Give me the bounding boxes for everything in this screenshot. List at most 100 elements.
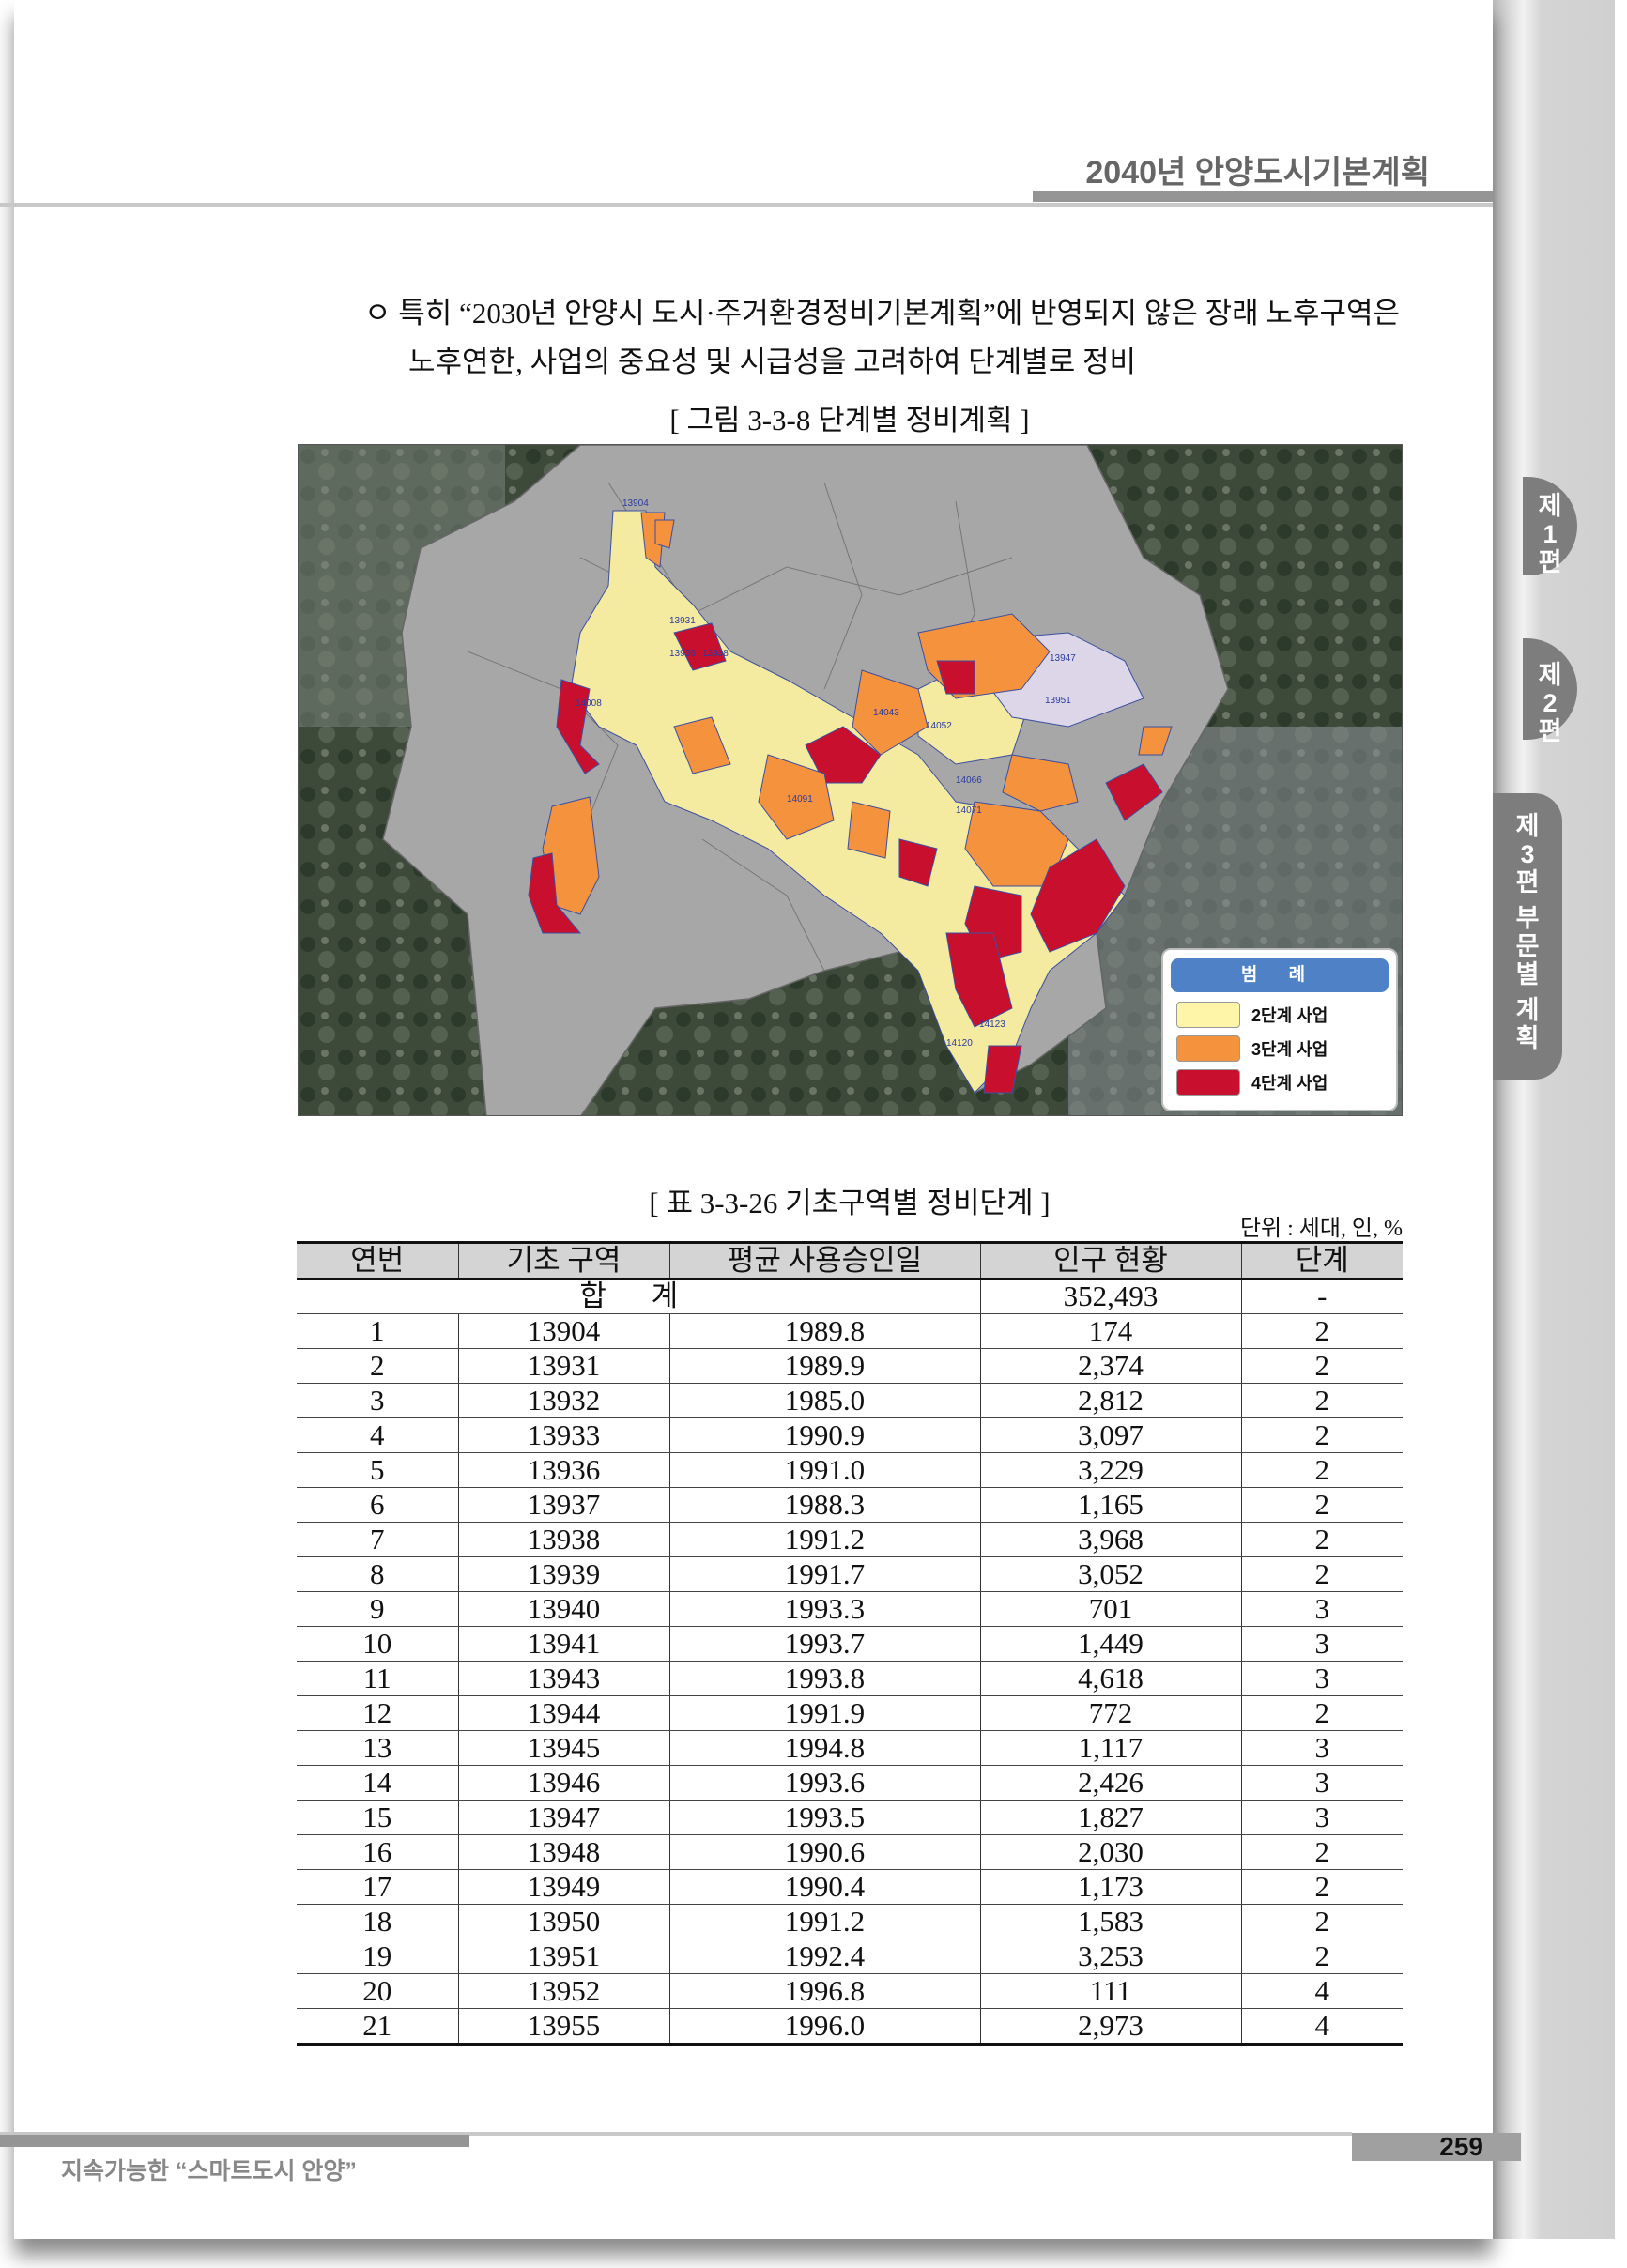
avg-approval-year: 1993.5 [668, 1800, 980, 1835]
stage: 3 [1240, 1591, 1403, 1627]
row-number: 11 [297, 1661, 458, 1696]
row-number: 21 [297, 2008, 458, 2046]
row-number: 3 [297, 1383, 458, 1418]
row-number: 20 [297, 1973, 458, 2009]
table-row: 9 13940 1993.3 701 3 [297, 1591, 1403, 1627]
side-tab-part-3[interactable]: 제3편부문별계획 [1493, 793, 1562, 1080]
population: 174 [979, 1313, 1241, 1349]
table-row: 14 13946 1993.6 2,426 3 [297, 1765, 1403, 1801]
stage: 3 [1240, 1800, 1403, 1835]
legend-item-stage-4: 4단계 사업 [1176, 1069, 1396, 1096]
stage: 3 [1240, 1661, 1403, 1696]
page-edge-strip [1493, 0, 1615, 2239]
avg-approval-year: 1993.7 [668, 1626, 980, 1662]
footer-slogan: 지속가능한 “스마트도시 안양” [61, 2158, 357, 2184]
population: 3,097 [979, 1418, 1241, 1453]
side-tab-char: 2 [1543, 689, 1558, 717]
avg-approval-year: 1991.0 [668, 1452, 980, 1488]
row-number: 17 [297, 1869, 458, 1905]
district-code: 13950 [457, 1904, 669, 1939]
side-tab-char: 3 [1520, 840, 1535, 868]
district-code: 13947 [457, 1800, 669, 1835]
population: 2,426 [979, 1765, 1241, 1801]
side-tab-char: 부 [1515, 904, 1540, 932]
side-tab-char: 편 [1515, 868, 1540, 896]
district-code: 13948 [457, 1834, 669, 1870]
stage: 4 [1240, 1973, 1403, 2009]
figure-caption: [ 그림 3-3-8 단계별 정비계획 ] [669, 404, 1030, 437]
stage: 2 [1240, 1452, 1403, 1488]
row-number: 18 [297, 1904, 458, 1939]
table-row: 3 13932 1985.0 2,812 2 [297, 1383, 1403, 1418]
side-tab-char: 획 [1515, 1024, 1540, 1052]
table-header-row: 연번 기초 구역 평균 사용승인일 인구 현황 단계 [297, 1241, 1403, 1280]
population: 1,827 [979, 1800, 1241, 1835]
table-row: 13 13945 1994.8 1,117 3 [297, 1730, 1403, 1766]
stage: 3 [1240, 1765, 1403, 1801]
stage: 3 [1240, 1626, 1403, 1662]
district-code: 13933 [457, 1418, 669, 1453]
district-code: 13945 [457, 1730, 669, 1766]
table-row: 4 13933 1990.9 3,097 2 [297, 1418, 1403, 1453]
column-header: 단계 [1240, 1241, 1403, 1280]
legend-label: 2단계 사업 [1251, 1006, 1328, 1025]
side-tab-char: 별 [1515, 960, 1540, 988]
side-tab-part-1[interactable]: 제1편 [1523, 477, 1577, 576]
population: 772 [979, 1695, 1241, 1731]
avg-approval-year: 1991.7 [668, 1556, 980, 1592]
column-header: 기초 구역 [457, 1241, 669, 1280]
table-row: 10 13941 1993.7 1,449 3 [297, 1626, 1403, 1662]
footer-bar [0, 2135, 469, 2147]
avg-approval-year: 1996.0 [668, 2008, 980, 2046]
stage: 2 [1240, 1348, 1403, 1384]
district-code: 13904 [457, 1313, 669, 1349]
row-number: 15 [297, 1800, 458, 1835]
avg-approval-year: 1996.8 [668, 1973, 980, 2009]
district-code: 13931 [457, 1348, 669, 1384]
legend-title: 범 례 [1171, 958, 1389, 992]
zone-label: 13938 [702, 649, 729, 659]
district-stage-table: 연번 기초 구역 평균 사용승인일 인구 현황 단계 합 계 352,493 -… [297, 1241, 1403, 2046]
population: 3,052 [979, 1556, 1241, 1592]
zone-label: 13904 [622, 498, 649, 509]
table-row: 1 13904 1989.8 174 2 [297, 1313, 1403, 1349]
table-row: 8 13939 1991.7 3,052 2 [297, 1556, 1403, 1592]
population: 2,812 [979, 1383, 1241, 1418]
table-row: 7 13938 1991.2 3,968 2 [297, 1522, 1403, 1557]
population: 2,030 [979, 1834, 1241, 1870]
table-row: 18 13950 1991.2 1,583 2 [297, 1904, 1403, 1939]
column-header: 연번 [297, 1241, 458, 1280]
bullet-text-line-2: 노후연한, 사업의 중요성 및 시급성을 고려하여 단계별로 정비 [408, 345, 1136, 378]
stage: 2 [1240, 1418, 1403, 1453]
table-row: 16 13948 1990.6 2,030 2 [297, 1834, 1403, 1870]
row-number: 14 [297, 1765, 458, 1801]
population: 111 [979, 1973, 1241, 2009]
population: 4,618 [979, 1661, 1241, 1696]
population: 1,449 [979, 1626, 1241, 1662]
district-code: 13936 [457, 1452, 669, 1488]
row-number: 7 [297, 1522, 458, 1557]
header-bar [1033, 191, 1493, 202]
district-code: 13943 [457, 1661, 669, 1696]
stage: 2 [1240, 1869, 1403, 1905]
staged-redevelopment-map: 13904 13931 13936 13938 13947 13951 14008 14043… [298, 444, 1403, 1116]
district-code: 13938 [457, 1522, 669, 1557]
population: 3,968 [979, 1522, 1241, 1557]
stage: 2 [1240, 1939, 1403, 1974]
row-number: 19 [297, 1939, 458, 1974]
zone-label: 14123 [979, 1019, 1005, 1030]
stage: 2 [1240, 1487, 1403, 1523]
avg-approval-year: 1993.3 [668, 1591, 980, 1627]
avg-approval-year: 1990.4 [668, 1869, 980, 1905]
legend-item-stage-3: 3단계 사업 [1176, 1035, 1396, 1062]
table-row: 6 13937 1988.3 1,165 2 [297, 1487, 1403, 1523]
row-number: 1 [297, 1313, 458, 1349]
stage: 2 [1240, 1522, 1403, 1557]
row-number: 10 [297, 1626, 458, 1662]
table-row: 19 13951 1992.4 3,253 2 [297, 1939, 1403, 1974]
row-number: 4 [297, 1418, 458, 1453]
zone-label: 13931 [669, 616, 696, 626]
stage: 2 [1240, 1383, 1403, 1418]
legend-label: 3단계 사업 [1251, 1040, 1328, 1059]
avg-approval-year: 1990.6 [668, 1834, 980, 1870]
